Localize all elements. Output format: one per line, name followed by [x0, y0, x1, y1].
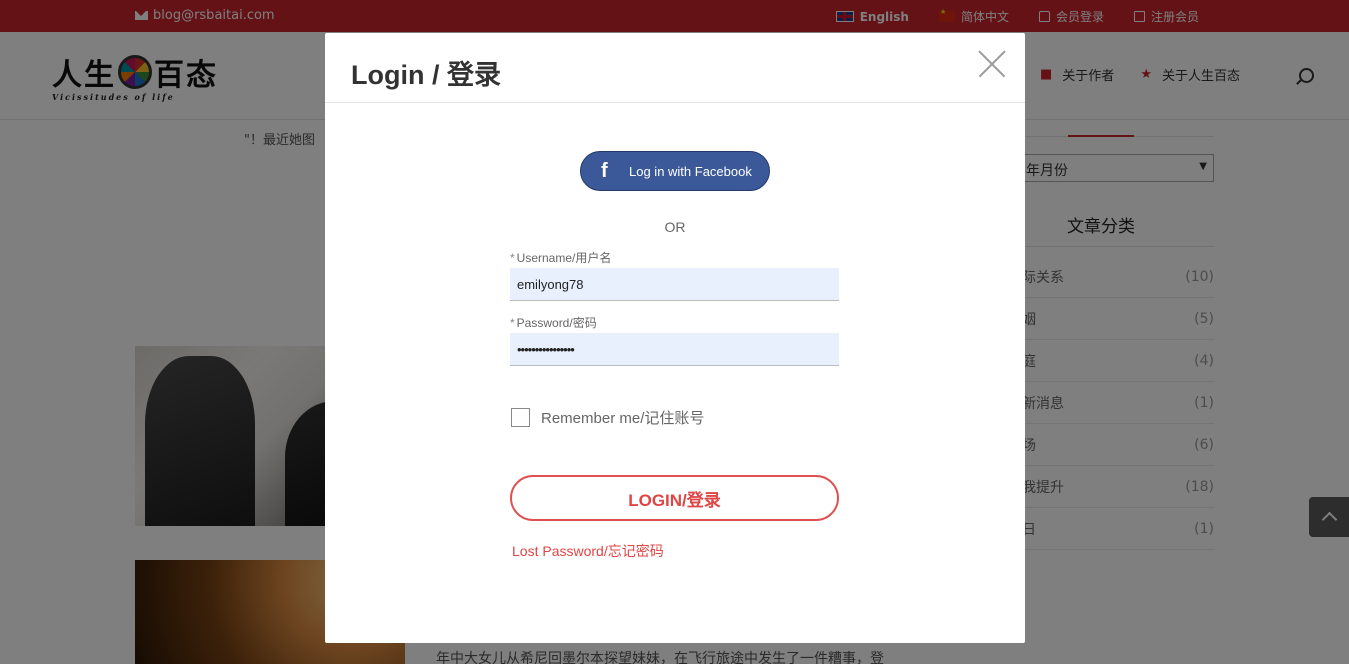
- or-separator: OR: [664, 219, 686, 235]
- modal-title: Login / 登录: [351, 60, 501, 90]
- password-label: * Password/密码: [510, 314, 597, 331]
- lost-password-link[interactable]: Lost Password/忘记密码: [512, 541, 664, 561]
- username-label-text: Username/用户名: [516, 251, 612, 265]
- remember-me-label: Remember me/记住账号: [541, 410, 705, 427]
- username-input[interactable]: [510, 268, 839, 301]
- password-input[interactable]: [510, 333, 839, 366]
- remember-me-control[interactable]: Remember me/记住账号: [511, 407, 704, 428]
- facebook-icon: f: [601, 159, 608, 182]
- remember-me-checkbox[interactable]: [511, 408, 530, 427]
- username-label: * Username/用户名: [510, 249, 611, 266]
- close-icon[interactable]: [978, 50, 1006, 78]
- required-mark: *: [510, 251, 515, 265]
- login-button[interactable]: LOGIN/登录: [510, 475, 839, 521]
- login-modal: Login / 登录 f Log in with Facebook OR * Us…: [325, 33, 1025, 643]
- facebook-login-label: Log in with Facebook: [629, 163, 752, 179]
- facebook-login-button[interactable]: f Log in with Facebook: [580, 151, 770, 191]
- password-label-text: Password/密码: [516, 316, 597, 330]
- modal-header: Login / 登录: [325, 33, 1025, 103]
- required-mark: *: [510, 316, 515, 330]
